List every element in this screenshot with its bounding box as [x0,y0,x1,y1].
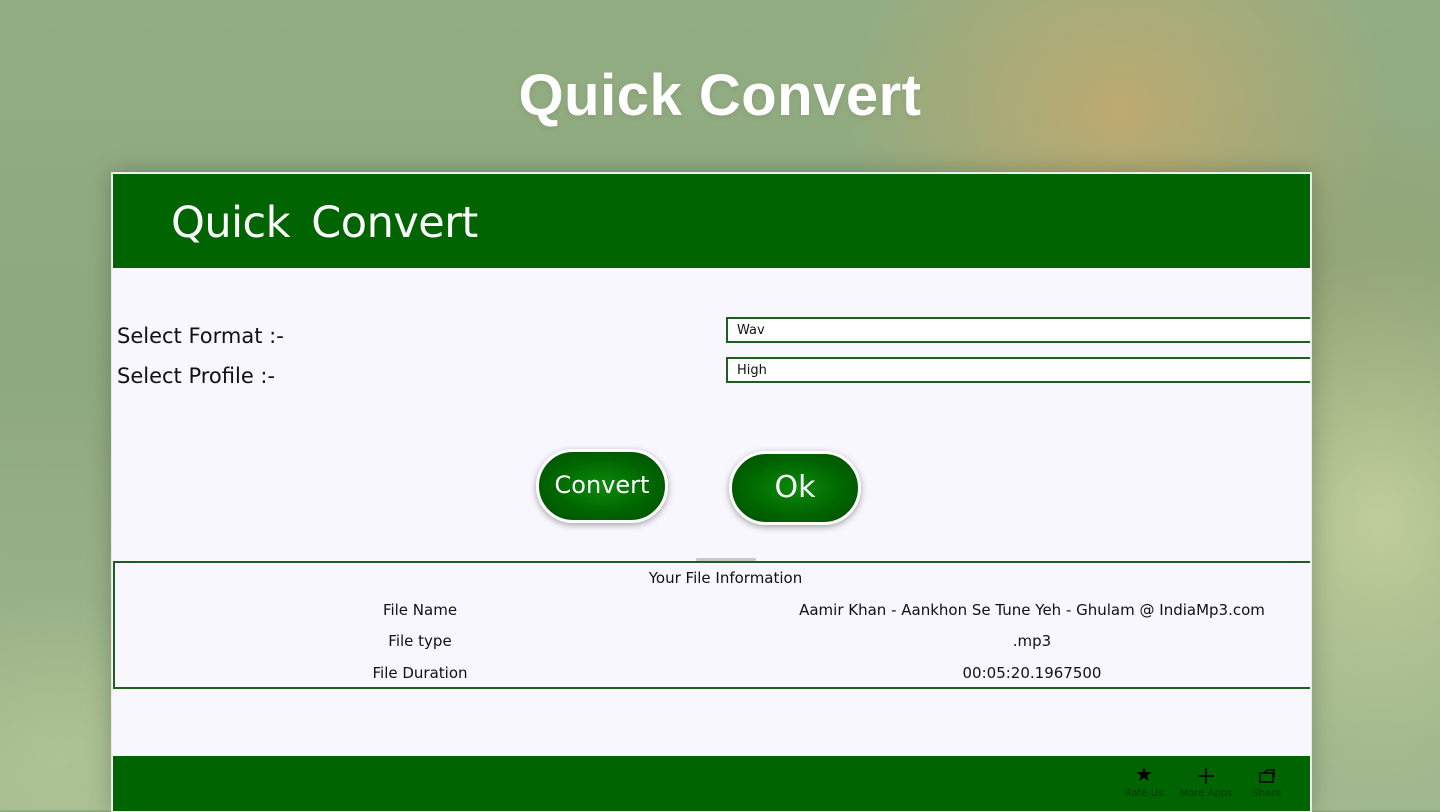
app-footer: ★ Rate Us More Apps Share [113,756,1310,811]
plus-icon [1176,764,1236,786]
app-window: Quick Convert Select Format :- Wav Selec… [111,172,1312,812]
file-info-title: Your File Information [648,569,803,587]
file-type-key: File type [388,632,452,650]
select-profile-label: Select Profile :- [117,364,276,388]
file-type-value: .mp3 [1012,632,1052,650]
hero-title: Quick Convert [518,63,922,128]
share-label: Share [1252,788,1282,799]
file-name-key: File Name [382,601,458,619]
more-apps-button[interactable]: More Apps [1176,764,1236,799]
profile-select[interactable]: High [726,357,1310,383]
rate-us-button[interactable]: ★ Rate Us [1114,764,1174,799]
ok-button[interactable]: Ok [729,451,861,525]
file-duration-value: 00:05:20.1967500 [962,664,1102,682]
star-icon: ★ [1135,764,1153,786]
app-title: Quick Convert [171,198,478,248]
rate-us-label: Rate Us [1124,788,1164,799]
file-name-value: Aamir Khan - Aankhon Se Tune Yeh - Ghula… [799,601,1265,619]
share-button[interactable]: Share [1237,764,1297,799]
file-duration-key: File Duration [372,664,468,682]
more-apps-label: More Apps [1179,788,1233,799]
format-select[interactable]: Wav [726,317,1310,343]
convert-button[interactable]: Convert [536,449,668,523]
select-format-label: Select Format :- [117,324,284,348]
app-header: Quick Convert [113,174,1310,268]
share-icon [1237,764,1297,786]
